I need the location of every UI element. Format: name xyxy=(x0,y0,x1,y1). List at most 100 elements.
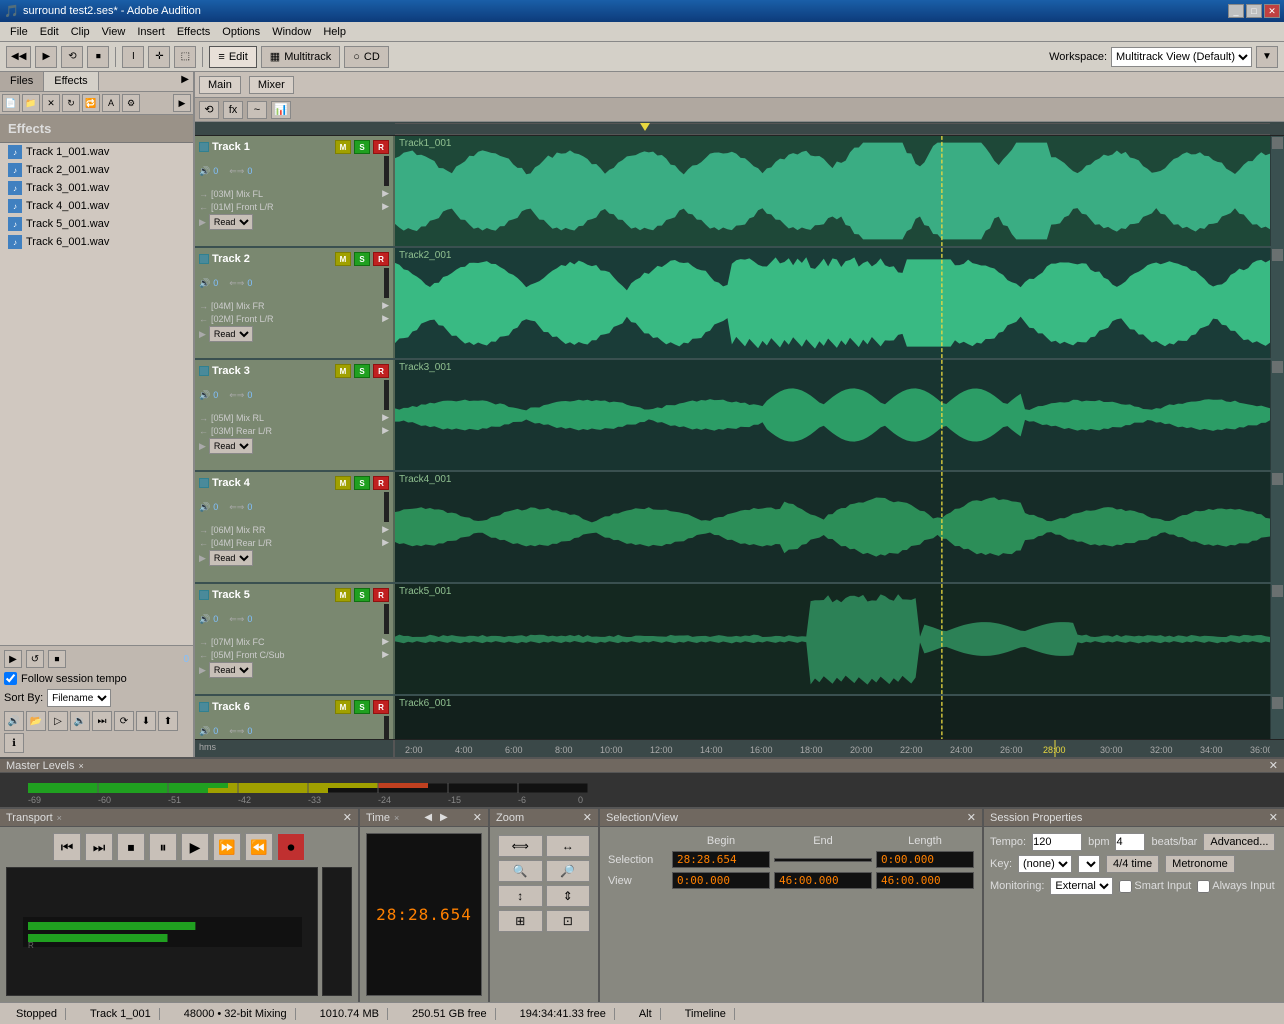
go-start-btn[interactable]: ⏮ xyxy=(53,833,81,861)
mute-btn-5[interactable]: M xyxy=(335,588,351,602)
track-waveform-3[interactable]: Track3_001 xyxy=(395,360,1270,470)
rewind-btn[interactable]: ⟲ xyxy=(199,101,219,119)
record-btn-4[interactable]: R xyxy=(373,476,389,490)
menu-effects[interactable]: Effects xyxy=(171,24,216,40)
panel-new-btn[interactable]: 📄 xyxy=(2,94,20,112)
btn-arrow[interactable]: ▷ xyxy=(48,711,68,731)
panel-open-btn[interactable]: 📁 xyxy=(22,94,40,112)
stop-btn[interactable]: ⏹ xyxy=(48,650,66,668)
output2-expand-5[interactable]: ▶ xyxy=(382,649,389,660)
cd-mode-btn[interactable]: ○ CD xyxy=(344,46,389,68)
track-waveform-4[interactable]: Track4_001 xyxy=(395,472,1270,582)
monitoring-select[interactable]: External xyxy=(1050,877,1113,895)
follow-tempo-checkbox[interactable] xyxy=(4,672,17,685)
mode-select-4[interactable]: Read xyxy=(209,550,253,566)
transport-close[interactable]: ✕ xyxy=(343,811,352,824)
smart-input-cb[interactable] xyxy=(1119,880,1132,893)
rew-btn[interactable]: ⏪ xyxy=(245,833,273,861)
record-btn[interactable]: ⏺ xyxy=(277,833,305,861)
tab-files[interactable]: Files xyxy=(0,72,44,91)
file-item[interactable]: ♪ Track 1_001.wav xyxy=(0,143,193,161)
solo-btn-6[interactable]: S xyxy=(354,700,370,714)
h-scrollbar[interactable] xyxy=(395,123,1270,135)
track-scrollbar-4[interactable] xyxy=(1270,472,1284,582)
record-btn-5[interactable]: R xyxy=(373,588,389,602)
panel-auto-btn[interactable]: A xyxy=(102,94,120,112)
zoom-out[interactable]: 🔎 xyxy=(546,860,591,882)
output1-expand-5[interactable]: ▶ xyxy=(382,636,389,647)
track-scrollbar-1[interactable] xyxy=(1270,136,1284,246)
solo-btn-5[interactable]: S xyxy=(354,588,370,602)
file-item[interactable]: ♪ Track 3_001.wav xyxy=(0,179,193,197)
track-scrollbar-2[interactable] xyxy=(1270,248,1284,358)
mode-select-2[interactable]: Read xyxy=(209,326,253,342)
edit-mode-btn[interactable]: ≡ Edit xyxy=(209,46,256,68)
menu-clip[interactable]: Clip xyxy=(65,24,96,40)
btn-folder[interactable]: 📂 xyxy=(26,711,46,731)
solo-btn-2[interactable]: S xyxy=(354,252,370,266)
record-btn-1[interactable]: R xyxy=(373,140,389,154)
close-btn[interactable]: ✕ xyxy=(1264,4,1280,18)
track-waveform-6[interactable]: Track6_001 xyxy=(395,696,1270,739)
mute-btn-6[interactable]: M xyxy=(335,700,351,714)
cursor-tool[interactable]: I xyxy=(122,46,144,68)
pause-btn[interactable]: ⏸ xyxy=(149,833,177,861)
menu-file[interactable]: File xyxy=(4,24,34,40)
session-close[interactable]: ✕ xyxy=(1269,811,1278,824)
zoom-sel[interactable]: ⊡ xyxy=(546,910,591,932)
mute-btn-1[interactable]: M xyxy=(335,140,351,154)
mode-expand-3[interactable]: ▶ xyxy=(199,441,206,452)
zoom-h-in[interactable]: ⟺ xyxy=(498,835,543,857)
record-btn-6[interactable]: R xyxy=(373,700,389,714)
track-scrollbar-6[interactable] xyxy=(1270,696,1284,739)
output2-expand-3[interactable]: ▶ xyxy=(382,425,389,436)
output1-expand-2[interactable]: ▶ xyxy=(382,300,389,311)
output2-expand-1[interactable]: ▶ xyxy=(382,201,389,212)
sel-begin[interactable]: 28:28.654 xyxy=(672,851,770,868)
btn-info[interactable]: ℹ xyxy=(4,733,24,753)
toolbar-btn-4[interactable]: ⏹ xyxy=(87,46,109,68)
menu-help[interactable]: Help xyxy=(317,24,352,40)
tab-main[interactable]: Main xyxy=(199,76,241,94)
tempo-input[interactable] xyxy=(1032,833,1082,851)
view-end[interactable]: 46:00.000 xyxy=(774,872,872,889)
btn-loop2[interactable]: ⟳ xyxy=(114,711,134,731)
time-next[interactable]: ▶ xyxy=(437,812,451,823)
mode-select-5[interactable]: Read xyxy=(209,662,253,678)
track-waveform-1[interactable]: Track1_001 xyxy=(395,136,1270,246)
stop-btn[interactable]: ⏹ xyxy=(117,833,145,861)
maximize-btn[interactable]: □ xyxy=(1246,4,1262,18)
record-btn-3[interactable]: R xyxy=(373,364,389,378)
loop-btn[interactable]: ↺ xyxy=(26,650,44,668)
workspace-options[interactable]: ▼ xyxy=(1256,46,1278,68)
output2-expand-4[interactable]: ▶ xyxy=(382,537,389,548)
output1-expand-4[interactable]: ▶ xyxy=(382,524,389,535)
advanced-btn[interactable]: Advanced... xyxy=(1203,833,1275,851)
sort-select[interactable]: Filename xyxy=(47,689,111,707)
play-btn[interactable]: ▶ xyxy=(181,833,209,861)
sel-end[interactable] xyxy=(774,858,872,862)
zoom-close[interactable]: ✕ xyxy=(583,811,592,824)
mute-btn-4[interactable]: M xyxy=(335,476,351,490)
tab-effects[interactable]: Effects xyxy=(44,72,98,91)
mode-expand-2[interactable]: ▶ xyxy=(199,329,206,340)
solo-btn-3[interactable]: S xyxy=(354,364,370,378)
track-scrollbar-5[interactable] xyxy=(1270,584,1284,694)
btn-vol[interactable]: 🔉 xyxy=(70,711,90,731)
toolbar-btn-3[interactable]: ⟲ xyxy=(61,46,83,68)
track-waveform-2[interactable]: Track2_001 xyxy=(395,248,1270,358)
env-btn[interactable]: ~ xyxy=(247,101,267,119)
select-tool[interactable]: ⬚ xyxy=(174,46,196,68)
track-waveform-5[interactable]: Track5_001 xyxy=(395,584,1270,694)
minimize-btn[interactable]: _ xyxy=(1228,4,1244,18)
panel-arrow[interactable]: ▶ xyxy=(177,72,193,91)
menu-insert[interactable]: Insert xyxy=(131,24,171,40)
file-item[interactable]: ♪ Track 2_001.wav xyxy=(0,161,193,179)
output1-expand-1[interactable]: ▶ xyxy=(382,188,389,199)
file-item[interactable]: ♪ Track 4_001.wav xyxy=(0,197,193,215)
zoom-v-in[interactable]: ↕ xyxy=(498,885,543,907)
btn-import[interactable]: ⬇ xyxy=(136,711,156,731)
output2-expand-2[interactable]: ▶ xyxy=(382,313,389,324)
file-item[interactable]: ♪ Track 6_001.wav xyxy=(0,233,193,251)
panel-refresh-btn[interactable]: ↻ xyxy=(62,94,80,112)
